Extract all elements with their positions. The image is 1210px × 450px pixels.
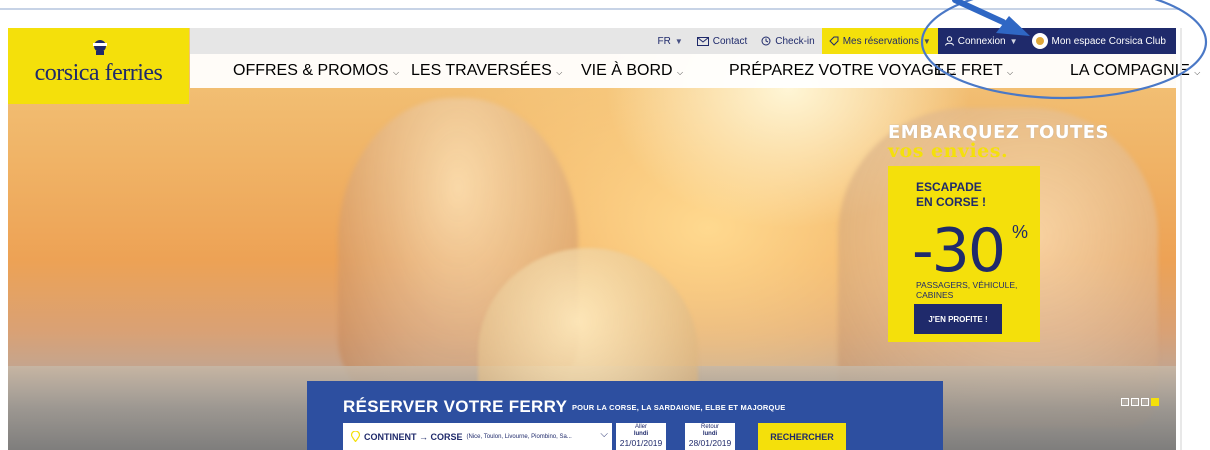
chevron-down-icon: ⌵ (393, 68, 400, 77)
checkin-link[interactable]: Check-in (754, 28, 821, 54)
chevron-down-icon: ▼ (922, 36, 931, 46)
chevron-down-icon: ⌵ (1006, 68, 1014, 77)
promo-description: PASSAGERS, VÉHICULE, CABINES (916, 280, 1018, 300)
return-day: lundi (702, 431, 718, 437)
booking-title-main: RÉSERVER VOTRE FERRY (343, 397, 567, 416)
chevron-down-icon: ▼ (1009, 36, 1018, 46)
nav-label: LA COMPAGNIE (1070, 62, 1190, 79)
corsica-club-button[interactable]: Mon espace Corsica Club (1024, 28, 1176, 54)
outbound-day: lundi (633, 431, 649, 437)
connexion-label: Connexion (957, 35, 1006, 47)
browser-top-divider (0, 8, 1180, 10)
outbound-date-field[interactable]: Aller lundi 21/01/2019 (616, 423, 666, 450)
promo-cta-button[interactable]: J'EN PROFITE ! (914, 304, 1002, 334)
return-label: Retour (700, 424, 719, 430)
nav-label: OFFRES & PROMOS (233, 62, 389, 79)
booking-subtitle: POUR LA CORSE, LA SARDAIGNE, ELBE ET MAJ… (571, 403, 786, 413)
chevron-down-icon: ▼ (674, 36, 683, 46)
page-scrollbar[interactable] (1180, 28, 1182, 450)
booking-widget: RÉSERVER VOTRE FERRY POUR LA CORSE, LA S… (307, 381, 943, 450)
promo-escapade-line2: EN CORSE ! (916, 195, 987, 209)
utility-bar: FR ▼ Contact Check-in Mes réservations ▼… (190, 28, 1176, 54)
checkin-label: Check-in (775, 35, 815, 47)
carousel-indicators (1121, 398, 1159, 406)
clock-icon (761, 36, 771, 46)
page: FR ▼ Contact Check-in Mes réservations ▼… (0, 0, 1210, 450)
carousel-dot[interactable] (1131, 398, 1139, 406)
chevron-down-icon: ⌵ (677, 68, 684, 77)
promo-headline-script: vos envies. (888, 140, 1009, 162)
tag-icon (828, 36, 839, 46)
route-selector[interactable]: CONTINENT → CORSE (Nice, Toulon, Livourn… (343, 423, 612, 450)
reservations-label: Mes réservations (842, 35, 919, 47)
nav-preparez-voyage[interactable]: PRÉPAREZ VOTRE VOYAGE ⌵ (729, 54, 955, 88)
carousel-dot[interactable] (1121, 398, 1129, 406)
language-label: FR (657, 35, 671, 47)
club-badge-icon (1031, 33, 1048, 49)
chevron-down-icon: ⌵ (600, 429, 608, 440)
reservations-link[interactable]: Mes réservations ▼ (821, 28, 938, 54)
nav-vie-a-bord[interactable]: VIE À BORD ⌵ (581, 54, 683, 88)
mail-icon (696, 36, 709, 46)
nav-label: LES TRAVERSÉES (411, 62, 552, 79)
route-detail-label: (Nice, Toulon, Livourne, Piombino, Sa... (466, 433, 572, 440)
main-navigation: OFFRES & PROMOS ⌵ LES TRAVERSÉES ⌵ VIE À… (190, 54, 1200, 88)
promo-discount: -30 (912, 216, 1006, 286)
nav-label: PRÉPAREZ VOTRE VOYAGE (729, 62, 945, 79)
chevron-down-icon: ⌵ (1194, 68, 1201, 77)
search-button[interactable]: RECHERCHER (758, 423, 846, 450)
nav-offres-promos[interactable]: OFFRES & PROMOS ⌵ (233, 54, 399, 88)
promo-percent-sign: % (1012, 222, 1029, 242)
booking-title: RÉSERVER VOTRE FERRY POUR LA CORSE, LA S… (343, 397, 785, 417)
promo-escapade-line1: ESCAPADE (916, 180, 982, 194)
contact-link[interactable]: Contact (690, 28, 754, 54)
outbound-date: 21/01/2019 (619, 438, 663, 448)
corsica-ferries-logo[interactable]: corsica ferries (8, 28, 189, 104)
nav-label: LE FRET (937, 62, 1003, 79)
nav-fret[interactable]: LE FRET ⌵ (937, 54, 1013, 88)
carousel-dot-active[interactable] (1151, 398, 1159, 406)
club-label: Mon espace Corsica Club (1051, 35, 1167, 47)
return-date-field[interactable]: Retour lundi 28/01/2019 (685, 423, 735, 450)
contact-label: Contact (712, 35, 748, 47)
promo-escapade: ESCAPADE EN CORSE ! (916, 180, 986, 210)
nav-traversees[interactable]: LES TRAVERSÉES ⌵ (411, 54, 562, 88)
logo-text: corsica ferries (34, 60, 163, 86)
chevron-down-icon: ⌵ (556, 68, 563, 77)
nav-label: VIE À BORD (581, 62, 673, 79)
route-main-label: CONTINENT → CORSE (364, 431, 463, 442)
user-icon (944, 36, 954, 46)
return-date: 28/01/2019 (688, 438, 732, 448)
location-pin-icon (351, 431, 360, 442)
outbound-label: Aller (634, 424, 647, 430)
promo-card: ESCAPADE EN CORSE ! -30 % PASSAGERS, VÉH… (888, 166, 1040, 342)
annotation-arrow-shaft (952, 0, 1006, 25)
carousel-dot[interactable] (1141, 398, 1149, 406)
connexion-button[interactable]: Connexion ▼ (937, 28, 1025, 54)
moor-head-emblem-icon (93, 40, 107, 55)
language-selector[interactable]: FR ▼ (651, 28, 690, 54)
